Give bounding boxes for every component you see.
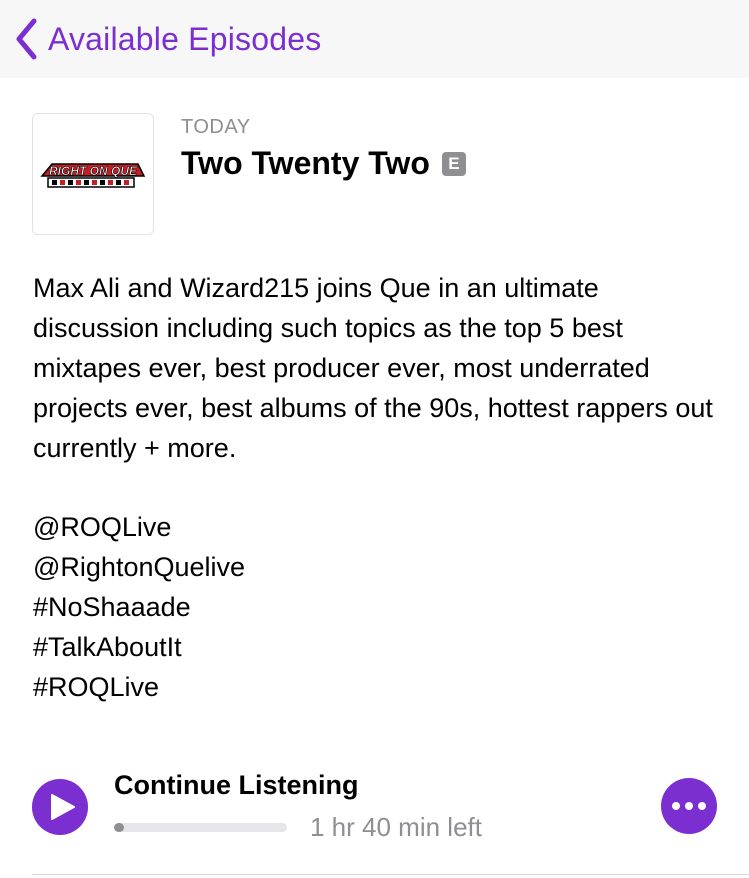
episode-title: Two Twenty Two (181, 145, 430, 181)
play-button[interactable] (32, 779, 88, 835)
tag-item: #NoShaaade (33, 592, 191, 622)
tag-item: #TalkAboutIt (33, 632, 182, 662)
play-icon (50, 794, 75, 820)
explicit-badge: E (441, 151, 466, 176)
episode-description: Max Ali and Wizard215 joins Que in an ul… (33, 268, 723, 468)
ellipsis-icon (672, 802, 680, 810)
back-button-label: Available Episodes (48, 20, 322, 57)
description-text: Max Ali and Wizard215 joins Que in an ul… (33, 273, 713, 463)
tag-item: #ROQLive (33, 672, 160, 702)
navigation-bar: Available Episodes (0, 0, 749, 78)
time-remaining: 1 hr 40 min left (310, 812, 482, 842)
episode-title-row: Two Twenty Two E (181, 145, 466, 182)
back-button[interactable]: Available Episodes (14, 17, 321, 61)
continue-listening-label[interactable]: Continue Listening (114, 770, 358, 801)
ellipsis-dot (685, 802, 693, 810)
playback-progress-bar (114, 823, 287, 832)
episode-tags: @ROQLive @RightonQuelive #NoShaaade #Tal… (33, 507, 245, 707)
tag-item: @ROQLive (33, 512, 172, 542)
playback-progress-fill (114, 823, 125, 832)
ellipsis-dot (698, 802, 706, 810)
episode-date: TODAY (181, 116, 251, 138)
tag-item: @RightonQuelive (33, 552, 246, 582)
chevron-left-icon (16, 18, 37, 60)
more-options-button[interactable] (661, 778, 717, 834)
svg-text:RIGHT ON QUE: RIGHT ON QUE (49, 164, 138, 178)
right-on-que-logo: RIGHT ON QUE (40, 163, 146, 188)
podcast-artwork: RIGHT ON QUE (32, 113, 154, 235)
divider (32, 874, 749, 875)
